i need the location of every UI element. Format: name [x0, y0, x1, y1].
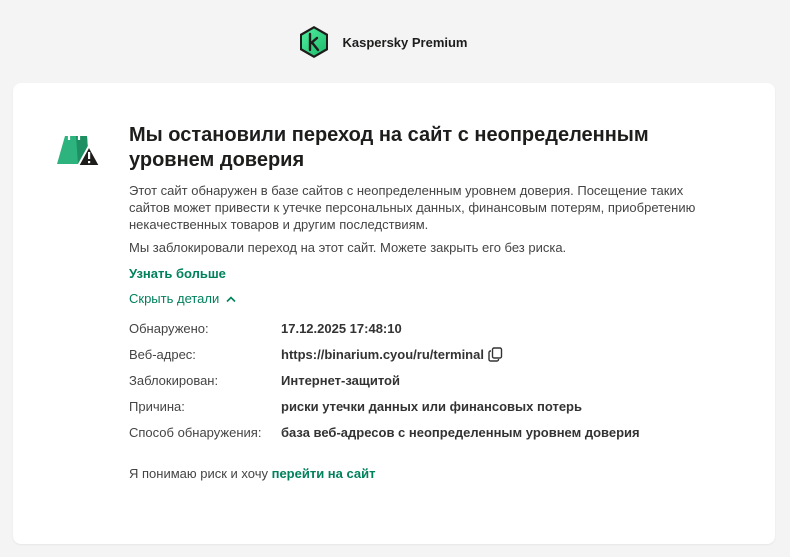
- blocked-note: Мы заблокировали переход на этот сайт. М…: [129, 240, 567, 255]
- chevron-up-icon: [226, 295, 236, 302]
- brand: Kaspersky Premium: [298, 25, 468, 59]
- page-title: Мы остановили переход на сайт с неопреде…: [129, 124, 649, 171]
- method-label: Способ обнаружения:: [129, 424, 262, 440]
- learn-more-link[interactable]: Узнать больше: [129, 265, 226, 282]
- detail-row-blocked-by: Заблокирован: Интернет-защитой: [129, 367, 729, 393]
- detected-value: 17.12.2025 17:48:10: [281, 320, 402, 336]
- reason-label: Причина:: [129, 398, 185, 414]
- copy-icon[interactable]: [488, 346, 503, 362]
- warning-card: Мы остановили переход на сайт с неопреде…: [13, 83, 775, 544]
- url-value: https://binarium.cyou/ru/terminal: [281, 346, 484, 362]
- kaspersky-k-icon: [300, 26, 329, 58]
- warning-description: Этот сайт обнаружен в базе сайтов с неоп…: [129, 183, 696, 232]
- hide-details-toggle[interactable]: Скрыть детали: [129, 290, 729, 307]
- proceed-prefix: Я понимаю риск и хочу: [129, 466, 272, 481]
- detail-row-reason: Причина: риски утечки данных или финансо…: [129, 393, 729, 419]
- reason-value: риски утечки данных или финансовых потер…: [281, 398, 582, 414]
- details-table: Обнаружено: 17.12.2025 17:48:10 Веб-адре…: [129, 315, 729, 445]
- shopping-bag-warning-icon: [57, 126, 101, 167]
- proceed-to-site-link[interactable]: перейти на сайт: [272, 466, 376, 481]
- detail-row-url: Веб-адрес: https://binarium.cyou/ru/term…: [129, 341, 729, 367]
- blocked-by-value: Интернет-защитой: [281, 372, 400, 388]
- hide-details-label: Скрыть детали: [129, 291, 220, 306]
- method-value: база веб-адресов с неопределенным уровне…: [281, 424, 640, 440]
- detected-label: Обнаружено:: [129, 320, 209, 336]
- blocked-by-label: Заблокирован:: [129, 372, 219, 388]
- detail-row-method: Способ обнаружения: база веб-адресов с н…: [129, 419, 729, 445]
- product-name: Kaspersky Premium: [342, 34, 468, 50]
- url-value-wrap: https://binarium.cyou/ru/terminal: [281, 347, 503, 362]
- warning-content: Мы остановили переход на сайт с неопреде…: [129, 123, 729, 481]
- detail-row-detected: Обнаружено: 17.12.2025 17:48:10: [129, 315, 729, 341]
- top-bar: Kaspersky Premium: [0, 0, 790, 84]
- url-label: Веб-адрес:: [129, 346, 196, 362]
- proceed-line: Я понимаю риск и хочу перейти на сайт: [129, 466, 729, 481]
